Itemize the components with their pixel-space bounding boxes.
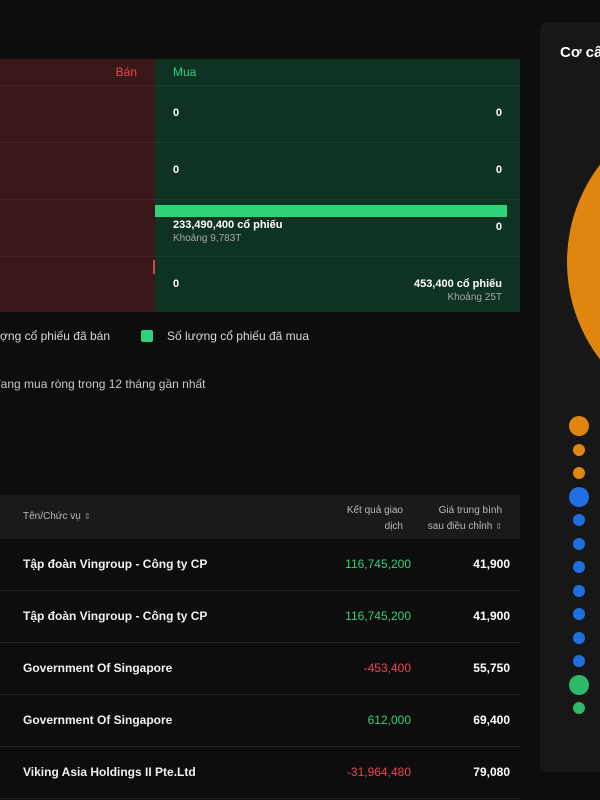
buy-amount: 0 xyxy=(173,164,180,176)
buy-value: 233,490,400 cổ phiếu Khoảng 9,783T xyxy=(173,219,282,244)
ownership-pie-chart xyxy=(567,102,600,385)
sort-icon[interactable]: ⇕ xyxy=(84,512,91,521)
avg-adjusted-price: 41,900 xyxy=(473,557,510,571)
table-header: Tên/Chức vụ ⇕ Kết quả giao dịch Giá trung… xyxy=(0,495,520,539)
buy-column: Mua xyxy=(155,59,520,312)
sell-value: 0 xyxy=(496,221,502,233)
sell-bar xyxy=(153,260,155,274)
sell-value: 0 xyxy=(496,164,502,176)
legend-dot-blue xyxy=(573,584,585,597)
buy-value: 0 xyxy=(173,164,179,176)
ownership-structure-panel: Cơ cấ xyxy=(540,22,600,772)
column-header-avg-price[interactable]: Giá trung bình sau điều chỉnh ⇕ xyxy=(422,503,502,535)
table-row[interactable]: Tập đoàn Vingroup - Công ty CP 116,745,20… xyxy=(0,591,520,643)
legend-dot-blue xyxy=(573,561,585,573)
panel-title: Cơ cấ xyxy=(560,44,600,61)
sell-column: Bán xyxy=(0,59,155,312)
net-buying-note: đang mua ròng trong 12 tháng gần nhất xyxy=(0,377,206,391)
buy-value: 0 xyxy=(173,107,179,119)
holder-name: Government Of Singapore xyxy=(23,713,173,727)
sell-value: 453,400 cổ phiếu Khoảng 25T xyxy=(414,278,502,303)
legend-dot-blue xyxy=(573,608,585,620)
avg-adjusted-price: 55,750 xyxy=(473,661,510,675)
legend-dot-blue xyxy=(573,514,585,526)
legend-dot-blue xyxy=(569,486,589,507)
pie-slice[interactable] xyxy=(567,102,600,385)
avg-adjusted-price: 79,080 xyxy=(473,765,510,779)
legend-dot-orange xyxy=(573,467,585,479)
avg-adjusted-price: 41,900 xyxy=(473,609,510,623)
holder-name: Tập đoàn Vingroup - Công ty CP xyxy=(23,557,208,571)
buy-amount: 233,490,400 cổ phiếu xyxy=(173,219,283,231)
legend-dot-blue xyxy=(573,631,585,644)
transactions-table: Tên/Chức vụ ⇕ Kết quả giao dịch Giá trung… xyxy=(0,495,520,799)
legend-bought-swatch xyxy=(141,330,153,342)
buy-value-approx: Khoảng 9,783T xyxy=(173,233,242,244)
transaction-result: 612,000 xyxy=(367,713,411,727)
sell-amount: 0 xyxy=(495,107,502,119)
buy-header: Mua xyxy=(173,65,197,79)
sell-amount: 453,400 cổ phiếu xyxy=(413,278,502,290)
holder-name: Viking Asia Holdings II Pte.Ltd xyxy=(23,765,196,779)
column-header-result: Kết quả giao dịch xyxy=(346,505,403,532)
legend-sold-label: ượng cổ phiếu đã bán xyxy=(0,329,110,343)
table-body: Tập đoàn Vingroup - Công ty CP 116,745,20… xyxy=(0,539,520,799)
holder-name: Tập đoàn Vingroup - Công ty CP xyxy=(23,609,208,623)
legend-dot-blue xyxy=(573,537,585,550)
legend-bought-label: Số lượng cổ phiếu đã mua xyxy=(167,329,309,343)
transaction-result: -31,964,480 xyxy=(346,765,411,779)
legend-dot-blue xyxy=(573,655,585,667)
avg-adjusted-price: 69,400 xyxy=(473,713,510,727)
buy-sell-chart: Bán Mua 0 0 0 0 0 233,490,400 cổ phiếu Khoảng … xyxy=(0,59,520,312)
sell-value: 0 xyxy=(496,107,502,119)
table-row[interactable]: Government Of Singapore -453,400 55,750 xyxy=(0,643,520,695)
table-row[interactable]: Tập đoàn Vingroup - Công ty CP 116,745,20… xyxy=(0,539,520,591)
table-row[interactable]: Viking Asia Holdings II Pte.Ltd -31,964,4… xyxy=(0,747,520,799)
holder-name: Government Of Singapore xyxy=(23,661,173,675)
sell-amount: 0 xyxy=(495,164,502,176)
transaction-result: 116,745,200 xyxy=(345,609,411,623)
buy-amount: 0 xyxy=(173,107,180,119)
sell-value-approx: Khoảng 25T xyxy=(447,292,503,303)
sort-icon[interactable]: ⇕ xyxy=(495,522,502,531)
legend-dot-orange xyxy=(569,416,589,436)
sell-amount: 0 xyxy=(495,221,502,233)
transaction-result: -453,400 xyxy=(363,661,411,675)
table-row[interactable]: Government Of Singapore 612,000 69,400 xyxy=(0,695,520,747)
column-header-name[interactable]: Tên/Chức vụ ⇕ xyxy=(23,511,91,522)
buy-bar xyxy=(155,205,507,217)
legend-dot-green xyxy=(569,674,589,695)
buy-amount: 0 xyxy=(173,278,180,290)
legend-dot-orange xyxy=(573,443,585,456)
transaction-result: 116,745,200 xyxy=(345,557,411,571)
buy-value: 0 xyxy=(173,278,179,290)
legend-dot-green xyxy=(573,702,585,714)
sell-header: Bán xyxy=(115,65,137,79)
